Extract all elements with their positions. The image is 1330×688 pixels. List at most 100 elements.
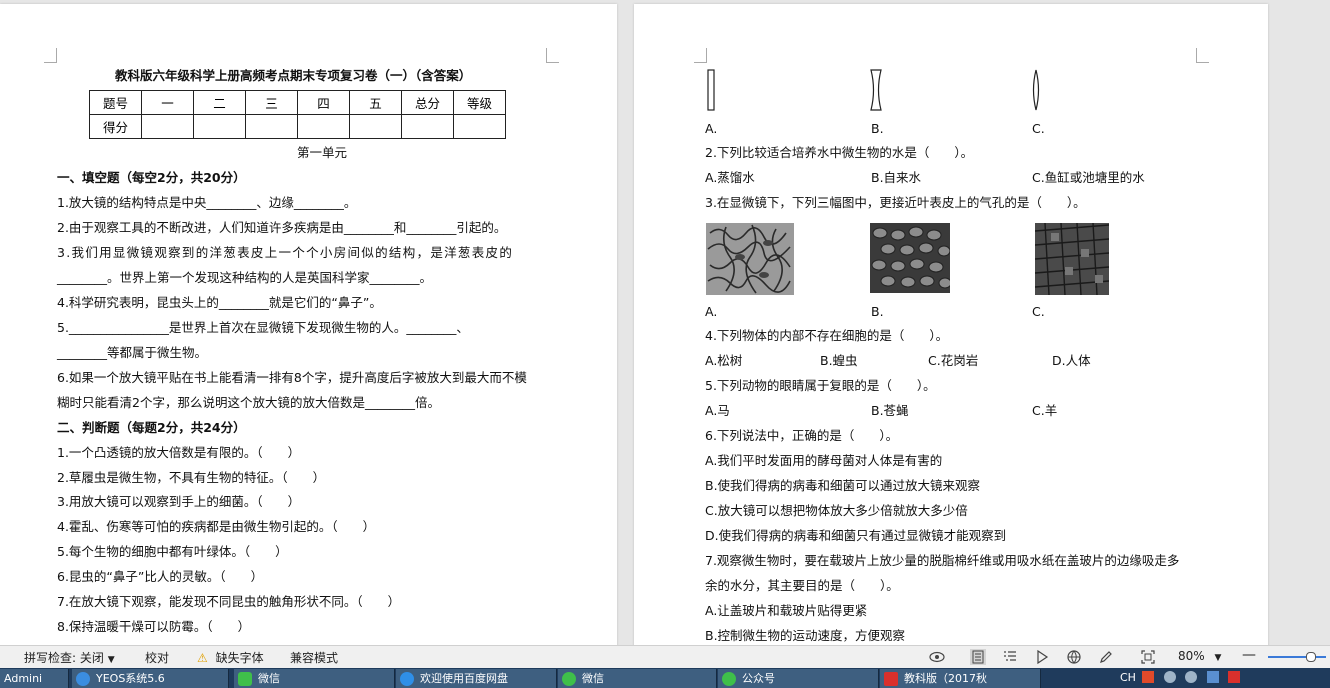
score-cell: 三	[245, 90, 298, 115]
document-workspace: 教科版六年级科学上册高频考点期末专项复习卷（一）（含答案） 题号 一 二 三 四…	[0, 0, 1330, 645]
score-cell	[401, 114, 454, 139]
score-cell	[245, 114, 298, 139]
play-icon[interactable]	[1034, 649, 1050, 665]
option-label: B.自来水	[871, 170, 922, 185]
score-cell: 二	[193, 90, 246, 115]
taskbar-item-label: 欢迎使用百度网盘	[420, 672, 508, 685]
volume-icon	[1185, 671, 1197, 683]
score-cell	[349, 114, 402, 139]
baidu-netdisk-icon	[400, 672, 414, 686]
question-line: 6.昆虫的“鼻子”比人的灵敏。（ ）	[57, 569, 264, 584]
page-view-icon[interactable]	[970, 649, 986, 665]
taskbar-item-label: YEOS系统5.6	[96, 672, 165, 685]
option-label: A.蒸馏水	[705, 170, 755, 185]
tray-icons[interactable]	[1142, 671, 1240, 686]
eye-icon[interactable]	[929, 649, 945, 665]
option-label: B.	[871, 304, 884, 319]
zoom-out-button[interactable]: —	[1242, 647, 1256, 663]
zoom-level[interactable]: 80% ▼	[1178, 649, 1221, 663]
score-cell: 总分	[401, 90, 454, 115]
option-label: B.蝗虫	[820, 353, 858, 368]
taskbar-item-label: 微信	[258, 672, 280, 685]
section-heading: 二、判断题（每题2分，共24分）	[57, 420, 246, 435]
option-label: C.鱼缸或池塘里的水	[1032, 170, 1145, 185]
question-line: 2.由于观察工具的不断改进，人们知道许多疾病是由________和_______…	[57, 220, 507, 235]
taskbar-item[interactable]: Admini	[0, 669, 69, 688]
zoom-value: 80%	[1178, 649, 1205, 663]
question-line: 余的水分，其主要目的是（ ）。	[705, 578, 899, 593]
zoom-slider-thumb[interactable]	[1306, 652, 1316, 662]
option-label: A.松树	[705, 353, 743, 368]
score-cell	[297, 114, 350, 139]
taskbar-item[interactable]: 微信	[558, 669, 717, 688]
leaf-epidermis-photo-b	[870, 223, 950, 293]
option-label: A.马	[705, 403, 730, 418]
pen-icon[interactable]	[1098, 649, 1114, 665]
document-title: 教科版六年级科学上册高频考点期末专项复习卷（一）（含答案）	[115, 68, 472, 83]
question-line: 1.放大镜的结构特点是中央________、边缘________。	[57, 195, 357, 210]
outline-view-icon[interactable]	[1002, 649, 1018, 665]
question-line: 4.科学研究表明，昆虫头上的________就是它们的“鼻子”。	[57, 295, 382, 310]
question-line: 2.下列比较适合培养水中微生物的水是（ ）。	[705, 145, 974, 160]
taskbar-item[interactable]: 欢迎使用百度网盘	[396, 669, 557, 688]
question-line: 3.我们用显微镜观察到的洋葱表皮上一个个小房间似的结构，是洋葱表皮的	[57, 245, 514, 260]
option-label: C.花岗岩	[928, 353, 979, 368]
question-line: 3.用放大镜可以观察到手上的细菌。（ ）	[57, 494, 301, 509]
page-left: 教科版六年级科学上册高频考点期末专项复习卷（一）（含答案） 题号 一 二 三 四…	[0, 4, 617, 645]
browser-icon	[76, 672, 90, 686]
taskbar-item[interactable]: 教科版（2017秋	[880, 669, 1041, 688]
taskbar: Admini YEOS系统5.6 微信 欢迎使用百度网盘 微信 公众号 教科版（…	[0, 668, 1330, 688]
web-view-icon[interactable]	[1066, 649, 1082, 665]
question-line: ________。世界上第一个发现这种结构的人是英国科学家________。	[57, 270, 433, 285]
option-label: A.让盖玻片和载玻片贴得更紧	[705, 603, 868, 618]
proofread-button[interactable]: 校对	[145, 649, 169, 666]
taskbar-item[interactable]: 公众号	[718, 669, 879, 688]
taskbar-item[interactable]: 微信	[234, 669, 395, 688]
chevron-down-icon: ▼	[1214, 653, 1222, 663]
page-right: A. B. C. 2.下列比较适合培养水中微生物的水是（ ）。 A.蒸馏水 B.…	[634, 4, 1268, 645]
question-line: 2.草履虫是微生物，不具有生物的特征。（ ）	[57, 470, 326, 485]
question-line: 4.霍乱、伤寒等可怕的疾病都是由微生物引起的。（ ）	[57, 519, 376, 534]
question-line: 7.观察微生物时，要在载玻片上放少量的脱脂棉纤维或用吸水纸在盖玻片的边缘吸走多	[705, 553, 1180, 568]
flat-lens-figure	[707, 69, 715, 111]
fit-page-icon[interactable]	[1140, 649, 1156, 665]
question-line: 5.________________是世界上首次在显微镜下发现微生物的人。___…	[57, 320, 469, 335]
security-icon	[1206, 671, 1219, 683]
score-cell: 等级	[453, 90, 506, 115]
compat-mode-label: 兼容模式	[290, 651, 339, 665]
score-cell: 题号	[89, 90, 142, 115]
score-cell: 四	[297, 90, 350, 115]
convex-lens-figure	[1032, 69, 1040, 111]
missing-fonts-button[interactable]: ⚠ 缺失字体	[197, 649, 264, 666]
score-cell	[453, 114, 506, 139]
warning-icon: ⚠	[197, 651, 208, 665]
leaf-epidermis-photo-c	[1035, 223, 1109, 295]
option-label: C.	[1032, 304, 1045, 319]
taskbar-item-label: 微信	[582, 672, 604, 685]
spellcheck-toggle[interactable]: 拼写检查: 关闭 ▼	[24, 649, 115, 666]
margin-corner-tl	[694, 48, 707, 63]
option-label: A.我们平时发面用的酵母菌对人体是有害的	[705, 453, 943, 468]
margin-corner-tr	[1196, 48, 1209, 63]
input-method-indicator[interactable]: CH	[1120, 671, 1136, 684]
question-line: 4.下列物体的内部不存在细胞的是（ ）。	[705, 328, 949, 343]
concave-lens-figure	[870, 69, 882, 111]
zoom-slider[interactable]	[1268, 652, 1326, 662]
spellcheck-label: 拼写检查: 关闭	[24, 651, 104, 665]
question-line: 3.在显微镜下，下列三幅图中，更接近叶表皮上的气孔的是（ ）。	[705, 195, 1086, 210]
margin-corner-tl	[44, 48, 57, 63]
taskbar-item[interactable]: YEOS系统5.6	[72, 669, 229, 688]
network-icon	[1163, 671, 1176, 683]
ime-icon	[1142, 671, 1154, 683]
score-table-header-row: 题号 一 二 三 四 五 总分 等级	[89, 90, 506, 115]
score-cell	[141, 114, 194, 139]
option-label: A.	[705, 304, 718, 319]
wps-icon	[884, 672, 898, 686]
option-label: B.控制微生物的运动速度，方便观察	[705, 628, 906, 643]
status-bar: 拼写检查: 关闭 ▼ 校对 ⚠ 缺失字体 兼容模式 80% ▼ —	[0, 645, 1330, 669]
notification-icon	[1228, 671, 1240, 683]
option-label: B.	[871, 121, 884, 136]
section-heading: 一、填空题（每空2分，共20分）	[57, 170, 246, 185]
wechat-icon	[562, 672, 576, 686]
taskbar-item-label: Admini	[4, 672, 43, 685]
